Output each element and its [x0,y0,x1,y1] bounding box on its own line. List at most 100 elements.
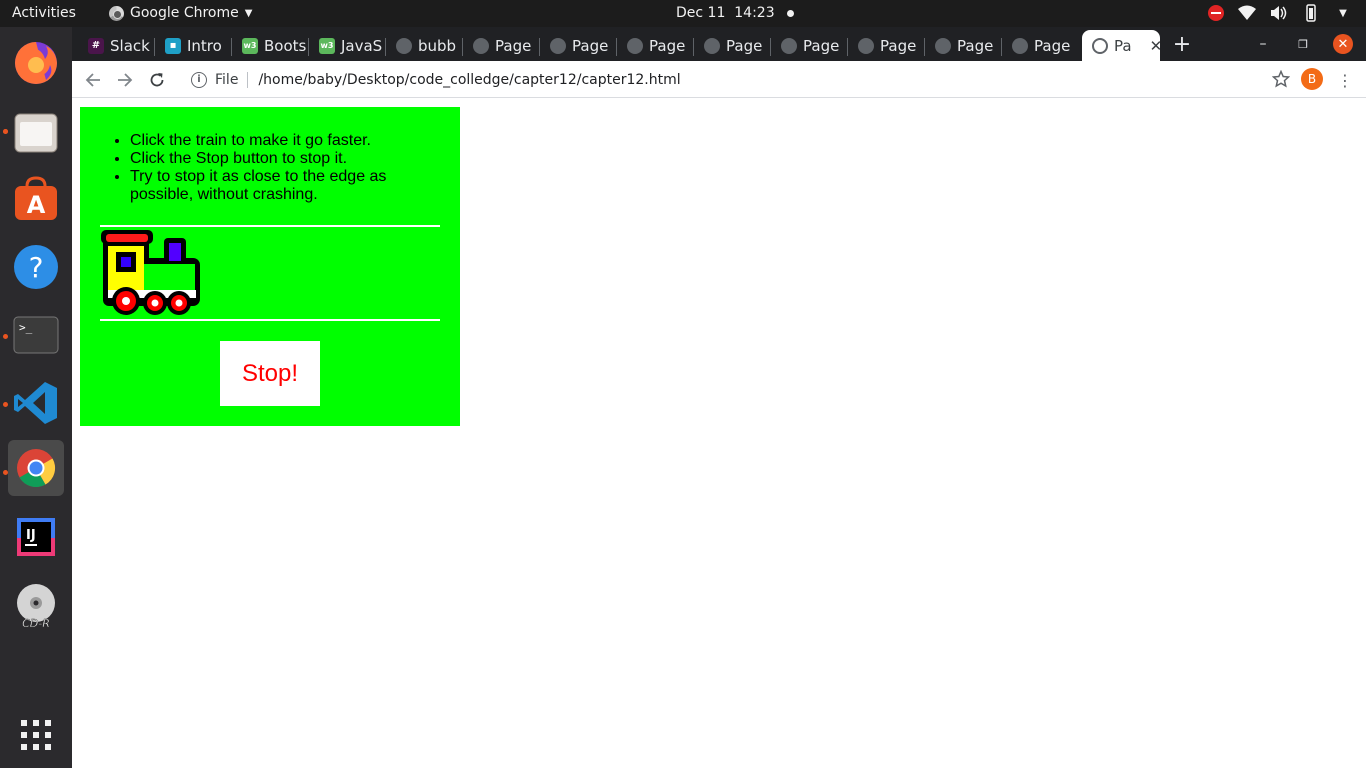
phone-battery-icon [1302,4,1320,22]
tab-title: Page [1034,36,1071,55]
tab-title: bubb [418,36,457,55]
kebab-menu-icon: ⋮ [1337,70,1353,90]
tab-active-page[interactable]: Pa ✕ [1082,30,1160,61]
new-tab-button[interactable]: + [1167,27,1197,61]
minimize-button[interactable]: – [1248,27,1278,61]
track-bottom-line [100,319,440,321]
dock-cd-r[interactable]: CD-R [8,578,64,634]
dock-firefox[interactable] [8,35,64,91]
tab-title: Boots [264,36,307,55]
forward-button[interactable] [112,67,138,93]
tab-page[interactable]: Page [1002,30,1079,61]
train[interactable] [100,228,200,325]
tab-page[interactable]: Page [617,30,694,61]
instruction-item: Click the Stop button to stop it. [130,150,430,168]
dock-intellij[interactable]: IJ [8,509,64,565]
tab-bootstrap[interactable]: w3 Boots [232,30,309,61]
info-icon[interactable]: i [191,71,207,88]
tab-close-icon[interactable]: ✕ [1150,37,1160,55]
arrow-right-icon [118,73,133,87]
instructions-list: Click the train to make it go faster. Cl… [130,132,430,204]
tab-page[interactable]: Page [463,30,540,61]
instruction-item: Click the train to make it go faster. [130,132,430,150]
address-bar[interactable]: i File /home/baby/Desktop/code_colledge/… [180,65,1300,94]
software-store-icon: A [15,176,57,220]
tab-title: Page [649,36,686,55]
tab-title: Page [726,36,763,55]
tab-javascript[interactable]: w3 JavaS [309,30,386,61]
tab-page[interactable]: Page [771,30,848,61]
globe-icon [627,37,643,54]
tab-title: Page [957,36,994,55]
restore-button[interactable]: ❐ [1288,27,1318,61]
power-menu-icon: ▼ [1339,7,1347,19]
dock-terminal[interactable]: >_ [8,307,64,363]
globe-icon [781,37,797,54]
dock-chrome[interactable] [8,440,64,496]
terminal-icon: >_ [13,316,59,354]
tab-title: JavaS [341,36,383,55]
activities-button[interactable]: Activities [12,5,76,21]
globe-icon [858,37,874,54]
w3-icon: w3 [242,37,258,54]
wifi-icon [1238,4,1256,22]
tab-bubb[interactable]: bubb [386,30,463,61]
notification-dot-icon [786,9,794,17]
volume-icon [1270,4,1288,22]
window-close-button[interactable]: ✕ [1328,27,1358,61]
globe-icon [1012,37,1028,54]
tab-title: Pa [1114,36,1132,55]
app-menu[interactable]: Google Chrome ▼ [109,5,252,21]
w3-icon: w3 [319,37,335,54]
arrow-left-icon [85,73,100,87]
slack-icon: # [88,37,104,54]
bookmark-star-icon[interactable] [1271,69,1291,92]
reload-icon [150,73,164,87]
firefox-icon [15,42,57,84]
train-game-panel: Click the train to make it go faster. Cl… [80,107,460,426]
intellij-icon: IJ [17,518,55,556]
profile-avatar[interactable]: B [1301,68,1323,90]
globe-icon [396,37,412,54]
tab-intro[interactable]: ▪ Intro [155,30,232,61]
dock-files[interactable] [8,104,64,160]
app-menu-label: Google Chrome [130,5,239,21]
cd-r-icon: CD-R [17,584,55,629]
app-grid-icon [21,720,51,750]
reload-button[interactable] [144,67,170,93]
globe-icon [935,37,951,54]
dock-show-applications[interactable] [8,707,64,763]
dock-vscode[interactable] [8,375,64,431]
tab-page[interactable]: Page [540,30,617,61]
tab-title: Page [495,36,532,55]
tab-title: Intro [187,36,222,55]
gnome-top-bar: Activities Google Chrome ▼ Dec 11 14:23 … [0,0,1366,27]
url-text[interactable]: /home/baby/Desktop/code_colledge/capter1… [258,72,680,88]
system-tray[interactable]: ▼ [1208,4,1352,22]
caret-down-icon: ▼ [244,7,253,19]
dock-ubuntu-software[interactable]: A [8,171,64,227]
back-button[interactable] [80,67,106,93]
help-icon: ? [14,245,58,289]
tab-page[interactable]: Page [925,30,1002,61]
url-scheme: File [215,71,239,88]
tab-page[interactable]: Page [848,30,925,61]
page-viewport: Click the train to make it go faster. Cl… [72,99,1366,768]
tab-slack[interactable]: # Slack [78,30,155,61]
chrome-icon [17,449,56,488]
chrome-app-icon [109,5,124,21]
date-text: Dec 11 14:23 [676,5,775,21]
globe-icon [1092,37,1108,54]
dock-help[interactable]: ? [8,239,64,295]
svg-text:CD-R: CD-R [22,617,50,629]
train-icon [101,230,200,315]
do-not-disturb-icon [1208,5,1224,21]
stop-button[interactable]: Stop! [220,341,320,406]
tab-title: Slack [110,36,150,55]
browser-toolbar: i File /home/baby/Desktop/code_colledge/… [72,61,1366,98]
clock[interactable]: Dec 11 14:23 [676,5,794,21]
close-icon: ✕ [1333,34,1353,54]
tab-page[interactable]: Page [694,30,771,61]
chrome-menu-button[interactable]: ⋮ [1332,67,1358,93]
svg-text:>_: >_ [19,321,33,334]
